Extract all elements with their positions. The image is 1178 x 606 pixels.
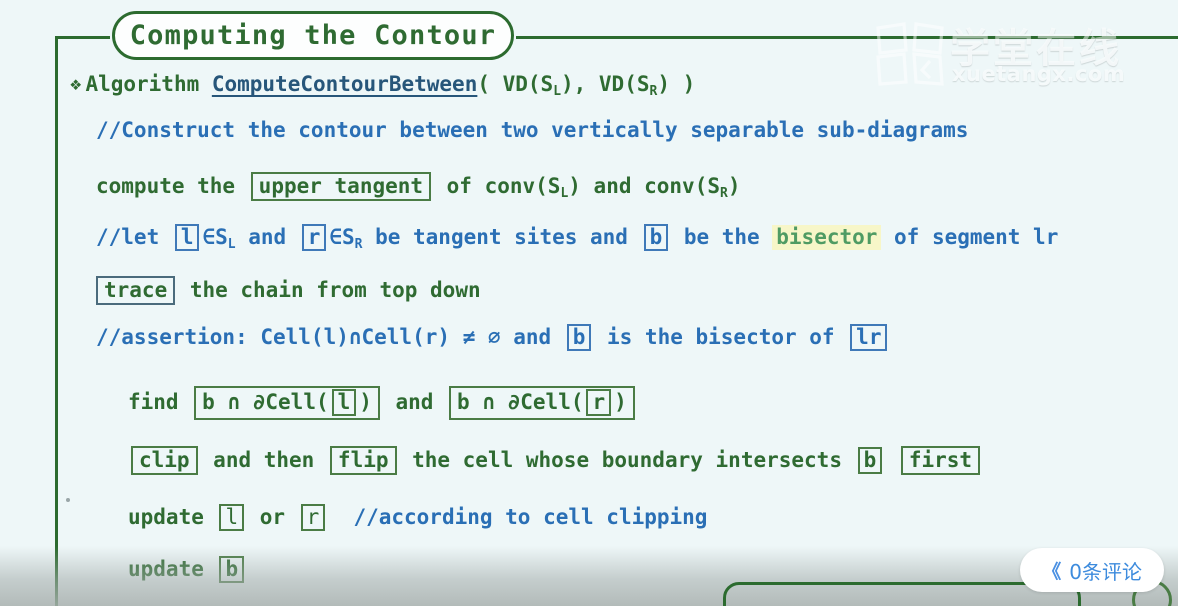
algorithm-open-paren: ( <box>477 72 491 96</box>
update-lr-conjunction: or <box>259 505 285 529</box>
let-tail-lr: lr <box>1033 225 1059 249</box>
find-expr1-post: ) <box>359 390 372 414</box>
boxed-first: first <box>900 446 981 476</box>
bullet-icon: ❖ <box>70 73 82 95</box>
compute-sub1: L <box>560 186 569 201</box>
boxed-find-r: r <box>586 389 612 417</box>
slide-body: ❖ Algorithm ComputeContourBetween ( VD(S… <box>70 74 1178 596</box>
find-conjunction: and <box>395 390 434 414</box>
clipflip-mid2: the cell whose boundary intersects <box>412 448 842 472</box>
boxed-bisector-b: b <box>643 224 669 252</box>
let-mid2: be tangent sites and <box>375 225 628 249</box>
update-lr-comment: //according to cell clipping <box>353 505 708 529</box>
assertion-mid: is the bisector of <box>607 325 835 349</box>
boxed-site-l: l <box>174 224 200 252</box>
slide-screenshot: Computing the Contour 学堂在线 xuetangx.com … <box>0 0 1178 606</box>
let-mid: and <box>248 225 287 249</box>
find-expr1-pre: b ∩ ∂Cell( <box>202 390 329 414</box>
line-assertion: //assertion: Cell(l)∩Cell(r) ≠ ∅ and b i… <box>70 324 1178 386</box>
algorithm-arg2-sub: R <box>649 84 658 99</box>
algorithm-arg1-close: ), <box>561 72 587 96</box>
page-title: Computing the Contour <box>129 20 497 51</box>
compute-post: ) <box>727 174 741 198</box>
line-algorithm: ❖ Algorithm ComputeContourBetween ( VD(S… <box>70 74 1178 120</box>
compute-sub2: R <box>719 186 728 201</box>
slide-title-box: Computing the Contour <box>112 11 514 60</box>
boxed-clipflip-b: b <box>857 447 883 475</box>
algorithm-arg2-close: ) <box>657 72 670 96</box>
boxed-trace: trace <box>96 276 176 306</box>
boxed-assertion-b: b <box>566 324 592 352</box>
compute-mid2: ) and conv(S <box>568 174 720 198</box>
let-sub2: R <box>354 237 363 252</box>
line-find: find b ∩ ∂Cell(l) and b ∩ ∂Cell(r) <box>70 386 1178 446</box>
watermark-cn-text: 学堂在线 <box>950 26 1122 72</box>
let-prefix: //let <box>96 225 160 249</box>
line-trace: trace the chain from top down <box>70 276 1178 324</box>
line-clip-flip: clip and then flip the cell whose bounda… <box>70 446 1178 504</box>
find-keyword: find <box>128 390 179 414</box>
comments-button[interactable]: 《 0条评论 <box>1020 548 1164 592</box>
let-mid3: be the <box>683 225 760 249</box>
comments-count-label: 0条评论 <box>1069 559 1142 584</box>
clipflip-mid1: and then <box>213 448 315 472</box>
algorithm-arg1: VD(S <box>502 72 554 96</box>
construct-comment-text: //Construct the contour between two vert… <box>96 118 969 142</box>
let-in1: ∈S <box>202 225 228 249</box>
boxed-find-expr-right: b ∩ ∂Cell(r) <box>449 386 635 421</box>
boxed-upper-tangent: upper tangent <box>250 172 432 202</box>
algorithm-keyword: Algorithm <box>85 72 200 96</box>
boxed-clip: clip <box>131 446 198 476</box>
boxed-update-r: r <box>300 504 326 532</box>
line-update-lr: update l or r //according to cell clippi… <box>70 504 1178 556</box>
line-update-b: update b <box>70 556 1178 596</box>
boxed-find-l: l <box>331 389 357 417</box>
trace-text: the chain from top down <box>189 278 481 302</box>
algorithm-arg2: VD(S <box>598 72 650 96</box>
boxed-update-l: l <box>219 504 245 532</box>
boxed-assertion-lr: lr <box>850 324 888 352</box>
boxed-flip: flip <box>329 446 397 476</box>
chevron-left-icon: 《 <box>1042 560 1062 583</box>
line-construct-comment: //Construct the contour between two vert… <box>70 120 1178 172</box>
find-expr2-pre: b ∩ ∂Cell( <box>457 390 584 414</box>
algorithm-name: ComputeContourBetween <box>211 72 478 96</box>
line-compute-tangent: compute the upper tangent of conv(S L) an… <box>70 172 1178 224</box>
boxed-update-b: b <box>219 556 245 584</box>
update-b-keyword: update <box>128 557 204 581</box>
algorithm-arg1-sub: L <box>553 84 562 99</box>
assertion-prefix: //assertion: Cell(l)∩Cell(r) ≠ ∅ and <box>96 325 552 349</box>
boxed-find-expr-left: b ∩ ∂Cell(l) <box>194 386 380 421</box>
boxed-site-r: r <box>301 224 327 252</box>
update-lr-keyword: update <box>128 505 204 529</box>
compute-prefix: compute the <box>96 174 236 198</box>
algorithm-close-paren: ) <box>682 72 696 96</box>
let-sub1: L <box>227 237 236 252</box>
find-expr2-post: ) <box>614 390 627 414</box>
highlighted-bisector: bisector <box>772 225 882 250</box>
line-let-comment: //let l ∈S L and r ∈S R be tangent sites and… <box>70 224 1178 276</box>
compute-mid1: of conv(S <box>446 174 561 198</box>
let-mid4: of segment <box>894 225 1021 249</box>
let-in2: ∈S <box>329 225 355 249</box>
stray-dot <box>66 498 70 502</box>
